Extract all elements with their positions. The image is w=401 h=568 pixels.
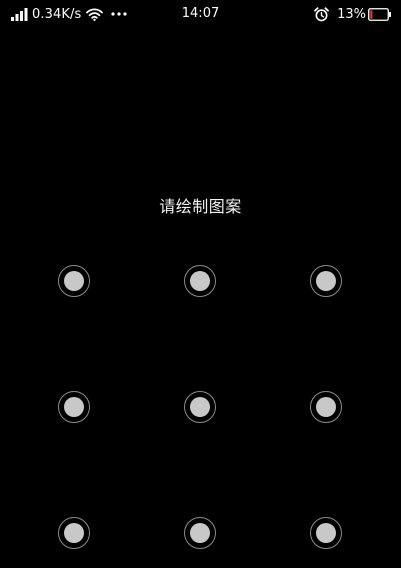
pattern-dot bbox=[316, 271, 336, 291]
pattern-dot bbox=[190, 271, 210, 291]
pattern-dot bbox=[316, 397, 336, 417]
pattern-node-6[interactable] bbox=[310, 391, 342, 423]
pattern-node-4[interactable] bbox=[58, 391, 90, 423]
pattern-dot bbox=[64, 271, 84, 291]
pattern-dot bbox=[64, 523, 84, 543]
pattern-node-5[interactable] bbox=[184, 391, 216, 423]
pattern-node-2[interactable] bbox=[184, 265, 216, 297]
pattern-grid[interactable] bbox=[0, 0, 401, 568]
pattern-dot bbox=[316, 523, 336, 543]
pattern-dot bbox=[64, 397, 84, 417]
pattern-node-1[interactable] bbox=[58, 265, 90, 297]
pattern-node-3[interactable] bbox=[310, 265, 342, 297]
pattern-node-8[interactable] bbox=[184, 517, 216, 549]
pattern-node-9[interactable] bbox=[310, 517, 342, 549]
pattern-dot bbox=[190, 397, 210, 417]
pattern-lock-screen: 0.34K/s 14:07 13% 请绘制图案 bbox=[0, 0, 401, 568]
pattern-node-7[interactable] bbox=[58, 517, 90, 549]
pattern-dot bbox=[190, 523, 210, 543]
